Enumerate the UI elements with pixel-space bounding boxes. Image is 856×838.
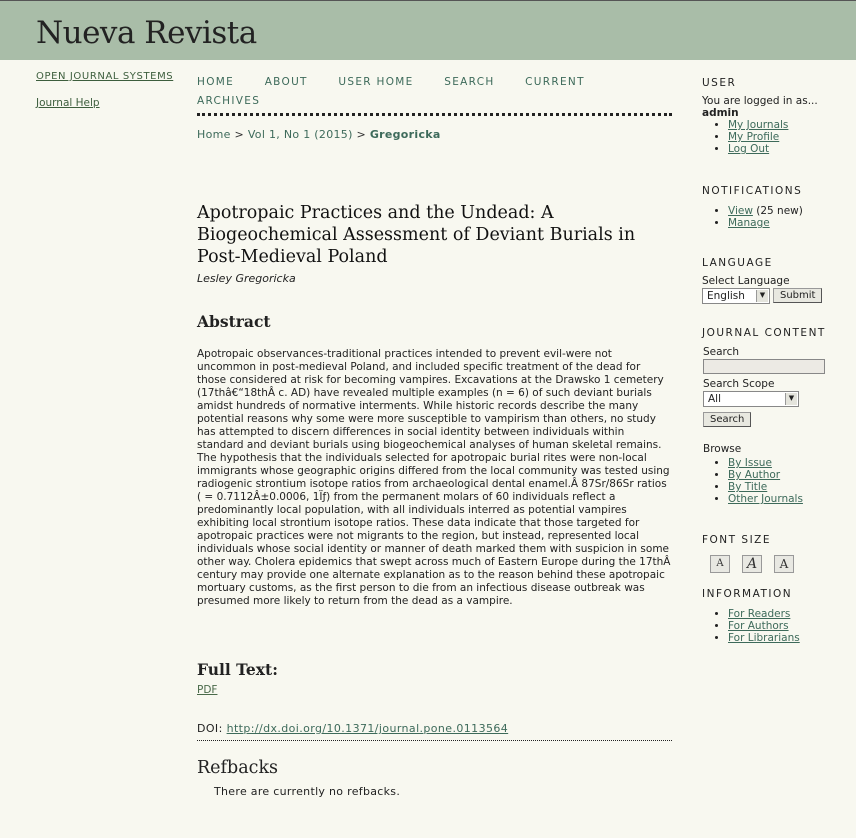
search-input[interactable] [703,359,825,374]
nav-divider [197,113,672,116]
language-selected: English [707,290,745,302]
breadcrumb-issue[interactable]: Vol 1, No 1 (2015) [248,128,353,141]
for-readers-link[interactable]: For Readers [728,608,790,620]
journal-help-link[interactable]: Journal Help [36,97,186,109]
nav-about[interactable]: ABOUT [265,76,308,88]
browse-label: Browse [703,443,742,455]
font-small-icon[interactable]: A [710,555,730,573]
nav-archives[interactable]: ARCHIVES [197,95,260,107]
site-header: Nueva Revista [0,0,856,60]
doi-link[interactable]: http://dx.doi.org/10.1371/journal.pone.0… [227,722,509,735]
scope-selected: All [708,393,722,405]
my-journals-link[interactable]: My Journals [728,119,788,131]
doi-row: DOI: http://dx.doi.org/10.1371/journal.p… [197,722,508,735]
article-title: Apotropaic Practices and the Undead: A B… [197,203,636,267]
language-block-title: LANGUAGE [702,257,773,269]
my-profile-link[interactable]: My Profile [728,131,779,143]
language-submit-button[interactable]: Submit [773,288,823,303]
other-journals-link[interactable]: Other Journals [728,493,803,505]
manage-notifications-link[interactable]: Manage [728,217,770,229]
user-block-title: USER [702,77,737,89]
for-authors-link[interactable]: For Authors [728,620,789,632]
language-select[interactable]: English ▼ [702,288,770,304]
breadcrumb: Home > Vol 1, No 1 (2015) > Gregoricka [197,128,441,141]
username: admin [702,107,739,119]
nav-home[interactable]: HOME [197,76,234,88]
no-refbacks-text: There are currently no refbacks. [214,785,401,798]
left-sidebar: OPEN JOURNAL SYSTEMS Journal Help [36,71,186,124]
refbacks-heading: Refbacks [197,758,279,778]
ojs-link[interactable]: OPEN JOURNAL SYSTEMS [36,71,186,82]
fulltext-heading: Full Text: [197,660,278,679]
font-large-icon[interactable]: A [774,555,794,573]
search-label: Search [703,346,740,358]
chevron-down-icon: ▼ [756,290,768,302]
abstract-text: Apotropaic observances-traditional pract… [197,348,671,607]
browse-by-author-link[interactable]: By Author [728,469,780,481]
chevron-down-icon: ▼ [785,393,797,405]
breadcrumb-current: Gregoricka [369,128,441,141]
user-links: My Journals My Profile Log Out [702,119,842,155]
select-language-label: Select Language [702,275,790,287]
for-librarians-link[interactable]: For Librarians [728,632,800,644]
notification-links: View (25 new) Manage [702,205,842,229]
nav-current[interactable]: CURRENT [525,76,585,88]
journal-content-block-title: JOURNAL CONTENT [702,327,826,339]
information-links: For Readers For Authors For Librarians [702,608,842,644]
notifications-block-title: NOTIFICATIONS [702,185,803,197]
browse-by-title-link[interactable]: By Title [728,481,767,493]
site-title: Nueva Revista [36,15,257,51]
search-scope-select[interactable]: All ▼ [703,391,799,407]
font-default-icon[interactable]: A [742,555,762,573]
font-size-block-title: FONT SIZE [702,534,771,546]
nav-search[interactable]: SEARCH [444,76,494,88]
search-button[interactable]: Search [703,412,752,427]
breadcrumb-separator: > [230,128,248,141]
doi-label: DOI: [197,722,227,735]
browse-links: By Issue By Author By Title Other Journa… [702,457,842,505]
breadcrumb-home[interactable]: Home [197,128,231,141]
notification-count: (25 new) [752,205,803,217]
search-scope-label: Search Scope [703,378,775,390]
article-author: Lesley Gregoricka [197,272,296,285]
doi-divider [197,740,672,741]
main-nav: HOME ABOUT USER HOME SEARCH CURRENT ARCH… [197,74,672,112]
logged-in-text: You are logged in as... [702,95,818,107]
view-notifications-link[interactable]: View [728,205,753,217]
logout-link[interactable]: Log Out [728,143,769,155]
nav-user-home[interactable]: USER HOME [338,76,413,88]
breadcrumb-separator: > [352,128,370,141]
abstract-heading: Abstract [197,312,271,331]
information-block-title: INFORMATION [702,588,793,600]
pdf-link[interactable]: PDF [197,684,217,696]
browse-by-issue-link[interactable]: By Issue [728,457,772,469]
